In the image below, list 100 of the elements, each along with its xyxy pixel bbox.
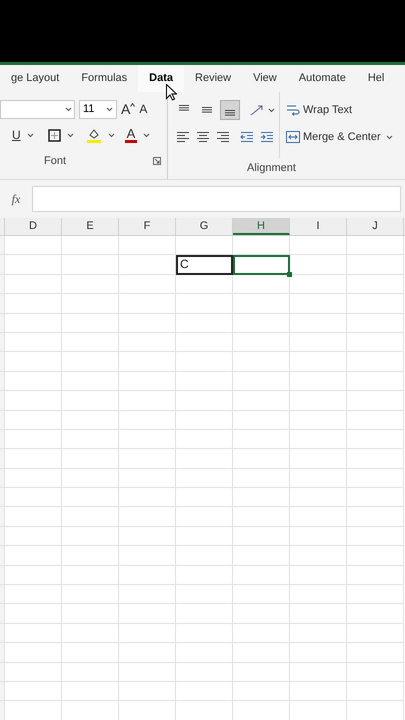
ribbon-tab[interactable]: ge Layout	[0, 65, 70, 92]
row-header[interactable]	[0, 468, 5, 488]
table-cell[interactable]	[347, 604, 404, 624]
table-cell[interactable]	[233, 604, 290, 624]
table-cell[interactable]	[233, 566, 290, 586]
table-cell[interactable]: C	[176, 255, 233, 275]
table-cell[interactable]	[62, 352, 119, 372]
table-cell[interactable]	[176, 566, 233, 586]
table-cell[interactable]	[176, 314, 233, 333]
table-cell[interactable]	[176, 294, 233, 314]
ribbon-tab[interactable]: Data	[138, 65, 184, 92]
ribbon-tab[interactable]: Review	[184, 65, 242, 92]
align-right-icon[interactable]	[216, 131, 230, 143]
table-cell[interactable]	[119, 391, 176, 411]
table-cell[interactable]	[5, 410, 62, 430]
table-cell[interactable]	[290, 682, 347, 702]
table-cell[interactable]	[176, 662, 233, 682]
table-cell[interactable]	[5, 682, 62, 702]
table-cell[interactable]	[176, 236, 233, 256]
table-cell[interactable]	[119, 430, 176, 450]
table-cell[interactable]	[290, 566, 347, 586]
ribbon-tab[interactable]: Formulas	[70, 65, 138, 92]
table-cell[interactable]	[233, 643, 290, 663]
row-header[interactable]	[0, 372, 5, 392]
table-cell[interactable]	[233, 372, 290, 392]
table-cell[interactable]	[347, 546, 404, 566]
table-cell[interactable]	[62, 526, 119, 546]
table-cell[interactable]	[5, 643, 62, 663]
table-cell[interactable]	[233, 430, 290, 450]
table-cell[interactable]	[290, 468, 347, 488]
table-cell[interactable]	[176, 585, 233, 604]
table-cell[interactable]	[119, 507, 176, 527]
table-cell[interactable]	[290, 332, 347, 352]
row-header[interactable]	[0, 410, 5, 430]
table-cell[interactable]	[233, 410, 290, 430]
row-header[interactable]	[0, 526, 5, 546]
table-cell[interactable]	[5, 585, 62, 604]
table-cell[interactable]	[5, 352, 62, 372]
row-header[interactable]	[0, 314, 5, 333]
table-cell[interactable]	[176, 391, 233, 411]
row-header[interactable]	[0, 585, 5, 604]
table-cell[interactable]	[176, 643, 233, 663]
table-cell[interactable]	[62, 449, 119, 469]
table-cell[interactable]	[233, 624, 290, 644]
table-cell[interactable]	[119, 255, 176, 275]
table-cell[interactable]	[233, 682, 290, 702]
dropdown-icon[interactable]	[106, 106, 113, 112]
table-cell[interactable]	[62, 314, 119, 333]
table-cell[interactable]	[176, 488, 233, 508]
table-cell[interactable]	[347, 255, 404, 275]
dropdown-icon[interactable]	[66, 132, 74, 138]
table-cell[interactable]	[62, 332, 119, 352]
selected-cell[interactable]	[233, 255, 290, 275]
row-header[interactable]	[0, 604, 5, 624]
table-cell[interactable]	[62, 274, 119, 294]
table-cell[interactable]	[347, 526, 404, 546]
font-color-button[interactable]: A	[124, 127, 138, 143]
table-cell[interactable]	[176, 430, 233, 450]
table-cell[interactable]	[62, 255, 119, 275]
table-cell[interactable]	[176, 604, 233, 624]
ribbon-tab[interactable]: Automate	[288, 65, 357, 92]
table-cell[interactable]	[119, 526, 176, 546]
table-cell[interactable]	[119, 314, 176, 333]
table-cell[interactable]	[62, 372, 119, 392]
table-cell[interactable]	[233, 546, 290, 566]
table-cell[interactable]	[119, 449, 176, 469]
table-cell[interactable]	[290, 526, 347, 546]
table-cell[interactable]	[233, 662, 290, 682]
table-cell[interactable]	[347, 314, 404, 333]
decrease-indent-icon[interactable]	[240, 131, 254, 143]
table-cell[interactable]	[290, 449, 347, 469]
ribbon-tab[interactable]: Hel	[356, 65, 396, 92]
table-cell[interactable]	[233, 488, 290, 508]
table-cell[interactable]	[290, 314, 347, 333]
dropdown-icon[interactable]	[268, 108, 275, 112]
table-cell[interactable]	[347, 566, 404, 586]
row-header[interactable]	[0, 546, 5, 566]
row-header[interactable]	[0, 624, 5, 644]
row-header[interactable]	[0, 566, 5, 586]
table-cell[interactable]	[347, 449, 404, 469]
table-cell[interactable]	[62, 294, 119, 314]
table-cell[interactable]	[5, 372, 62, 392]
table-cell[interactable]	[5, 236, 62, 256]
dropdown-icon[interactable]	[26, 132, 34, 138]
table-cell[interactable]	[347, 410, 404, 430]
table-cell[interactable]	[290, 372, 347, 392]
table-cell[interactable]	[5, 507, 62, 527]
table-cell[interactable]	[233, 332, 290, 352]
column-header[interactable]: H	[233, 218, 290, 235]
table-cell[interactable]	[290, 430, 347, 450]
table-cell[interactable]	[5, 566, 62, 586]
row-header[interactable]	[0, 255, 5, 275]
table-cell[interactable]	[347, 624, 404, 644]
table-cell[interactable]	[5, 662, 62, 682]
table-cell[interactable]	[347, 662, 404, 682]
table-cell[interactable]	[119, 585, 176, 604]
column-header[interactable]: I	[290, 218, 347, 235]
table-cell[interactable]	[176, 372, 233, 392]
table-cell[interactable]	[119, 352, 176, 372]
table-cell[interactable]	[347, 372, 404, 392]
